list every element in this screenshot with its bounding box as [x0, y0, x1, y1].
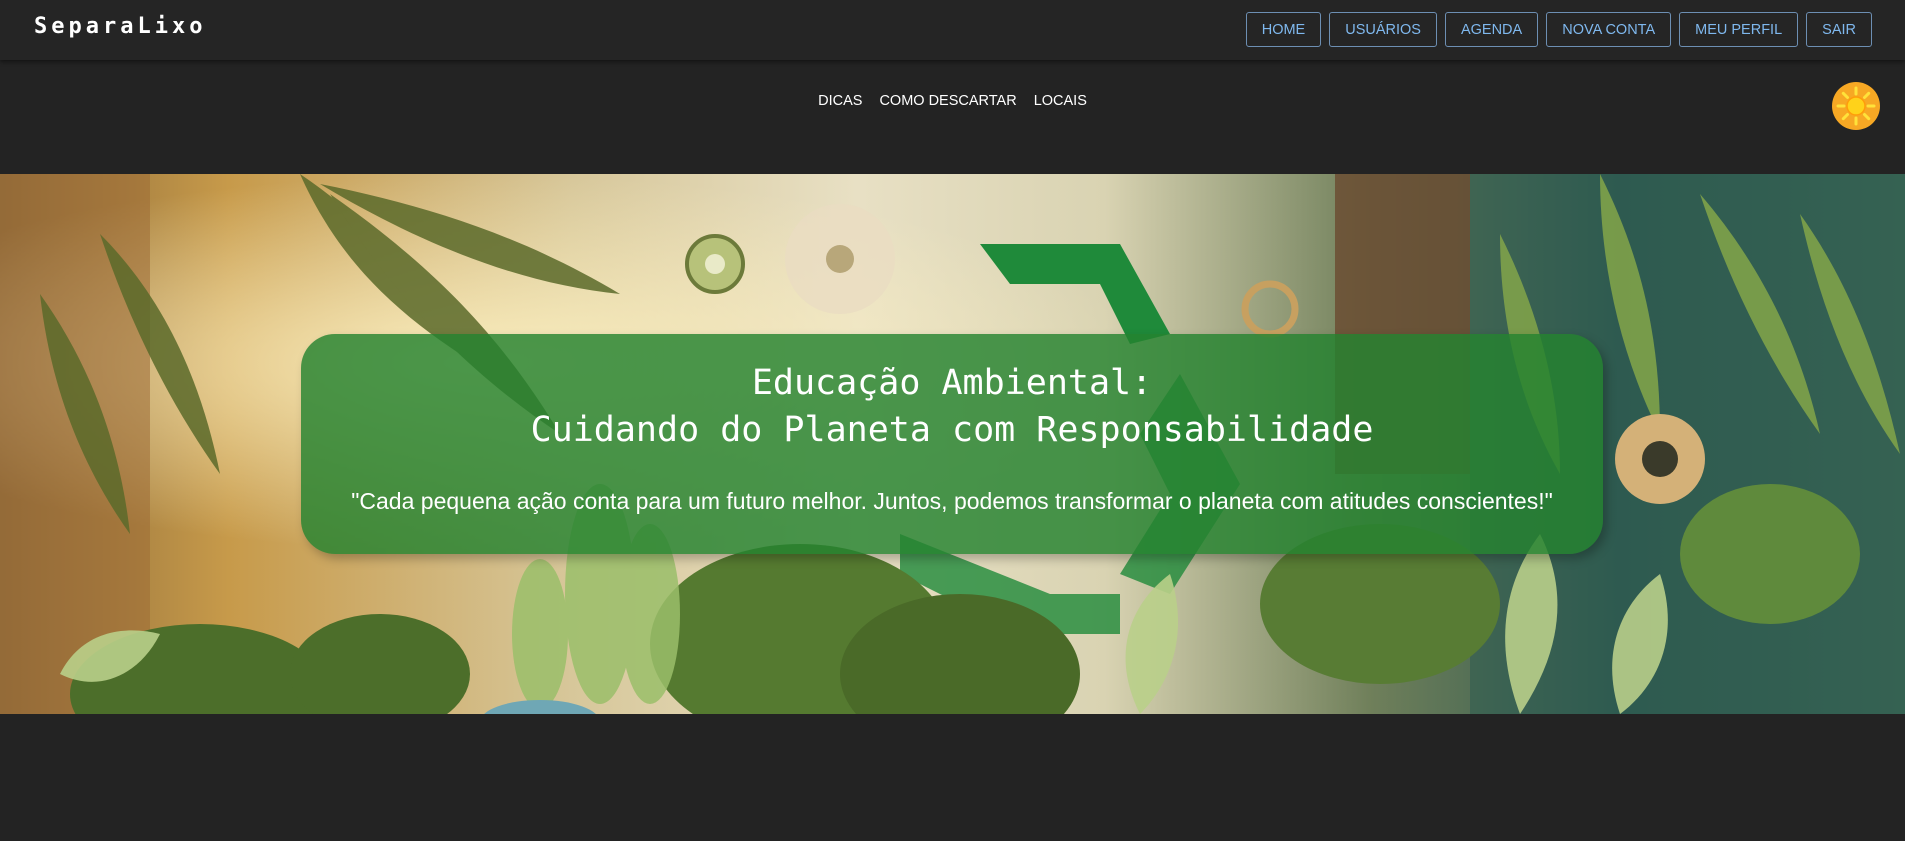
nav-logout-button[interactable]: SAIR: [1806, 12, 1872, 47]
hero-message-card: Educação Ambiental: Cuidando do Planeta …: [301, 334, 1603, 554]
secondary-nav: DICAS COMO DESCARTAR LOCAIS: [0, 93, 1905, 109]
nav-home-button[interactable]: HOME: [1245, 12, 1322, 47]
hero-title-line-1: Educação Ambiental:: [751, 363, 1153, 403]
subnav-locations-link[interactable]: LOCAIS: [1034, 93, 1087, 109]
nav-new-account-button[interactable]: NOVA CONTA: [1546, 12, 1672, 47]
nav-users-button[interactable]: USUÁRIOS: [1329, 12, 1437, 47]
top-navbar: SeparaLixo HOME USUÁRIOS AGENDA NOVA CON…: [0, 0, 1905, 60]
nav-schedule-button[interactable]: AGENDA: [1444, 12, 1539, 47]
theme-toggle-button[interactable]: [1832, 82, 1880, 130]
nav-my-profile-button[interactable]: MEU PERFIL: [1679, 12, 1799, 47]
hero-quote: "Cada pequena ação conta para um futuro …: [351, 488, 1553, 514]
sun-icon: [1836, 86, 1876, 126]
hero-banner: Educação Ambiental: Cuidando do Planeta …: [0, 174, 1905, 714]
subnav-how-to-dispose-link[interactable]: COMO DESCARTAR: [879, 93, 1016, 109]
hero-title-line-2: Cuidando do Planeta com Responsabilidade: [530, 410, 1374, 450]
brand-logo[interactable]: SeparaLixo: [34, 14, 206, 39]
subnav-tips-link[interactable]: DICAS: [818, 93, 862, 109]
hero-title: Educação Ambiental: Cuidando do Planeta …: [301, 360, 1603, 454]
main-nav: HOME USUÁRIOS AGENDA NOVA CONTA MEU PERF…: [1245, 12, 1872, 47]
